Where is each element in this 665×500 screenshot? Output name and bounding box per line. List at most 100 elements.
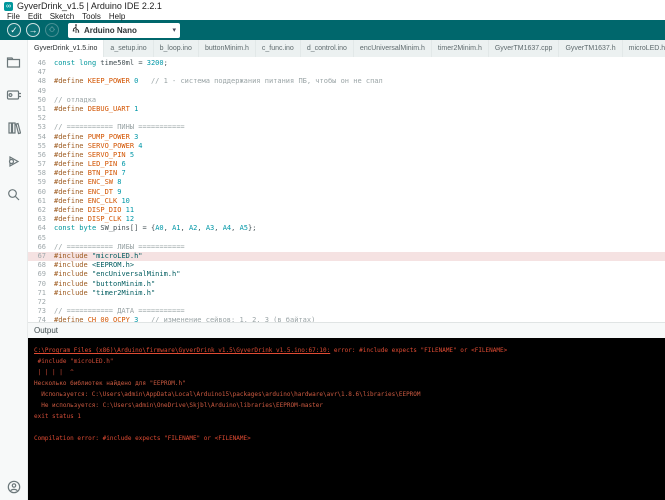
console-line: exit status 1 bbox=[34, 411, 661, 422]
tab-GyverTM1637.cpp[interactable]: GyverTM1637.cpp bbox=[489, 40, 560, 57]
library-manager-icon[interactable] bbox=[6, 120, 22, 136]
title-bar: ∞ GyverDrink_v1.5 | Arduino IDE 2.2.1 bbox=[0, 0, 665, 12]
tab-bar: GyverDrink_v1.5.inoa_setup.inob_loop.ino… bbox=[28, 40, 665, 57]
toolbar: ✓ → Arduino Nano ▾ bbox=[0, 20, 665, 40]
account-icon[interactable] bbox=[6, 479, 22, 495]
line-number: 65 bbox=[28, 234, 54, 243]
line-number: 73 bbox=[28, 307, 54, 316]
code-line: 50// отладка bbox=[28, 96, 665, 105]
code-line: 49 bbox=[28, 87, 665, 96]
code-line: 72 bbox=[28, 298, 665, 307]
code-line: 56#define SERVO_PIN 5 bbox=[28, 151, 665, 160]
window-title: GyverDrink_v1.5 | Arduino IDE 2.2.1 bbox=[17, 1, 162, 11]
line-number: 46 bbox=[28, 59, 54, 68]
line-number: 63 bbox=[28, 215, 54, 224]
line-number: 66 bbox=[28, 243, 54, 252]
tab-a_setup.ino[interactable]: a_setup.ino bbox=[104, 40, 153, 57]
console-line: Compilation error: #include expects "FIL… bbox=[34, 433, 661, 444]
usb-icon bbox=[72, 21, 80, 39]
line-number: 53 bbox=[28, 123, 54, 132]
code-line: 57#define LED_PIN 6 bbox=[28, 160, 665, 169]
line-number: 48 bbox=[28, 77, 54, 86]
sketchbook-folder-icon[interactable] bbox=[6, 54, 22, 70]
line-number: 67 bbox=[28, 252, 54, 261]
console-line: Используется: C:\Users\admin\AppData\Loc… bbox=[34, 389, 661, 400]
menu-bar: FileEditSketchToolsHelp bbox=[0, 12, 665, 20]
arduino-app-icon: ∞ bbox=[4, 2, 13, 11]
verify-button[interactable]: ✓ bbox=[7, 23, 21, 37]
line-number: 52 bbox=[28, 114, 54, 123]
debug-button[interactable] bbox=[45, 23, 59, 37]
line-number: 56 bbox=[28, 151, 54, 160]
code-line: 70#include "buttonMinim.h" bbox=[28, 280, 665, 289]
code-line: 51#define DEBUG_UART 1 bbox=[28, 105, 665, 114]
code-line: 59#define ENC_SW 8 bbox=[28, 178, 665, 187]
board-selector[interactable]: Arduino Nano ▾ bbox=[68, 23, 180, 38]
code-line: 60#define ENC_DT 9 bbox=[28, 188, 665, 197]
line-number: 61 bbox=[28, 197, 54, 206]
output-panel-header: Output bbox=[28, 322, 665, 338]
code-editor[interactable]: 46const long time50ml = 3200;4748#define… bbox=[28, 57, 665, 322]
line-number: 62 bbox=[28, 206, 54, 215]
menu-tools[interactable]: Tools bbox=[78, 12, 105, 21]
tab-buttonMinim.h[interactable]: buttonMinim.h bbox=[199, 40, 256, 57]
menu-file[interactable]: File bbox=[3, 12, 24, 21]
activity-bar bbox=[0, 40, 28, 500]
search-icon[interactable] bbox=[6, 186, 22, 202]
tab-c_func.ino[interactable]: c_func.ino bbox=[256, 40, 301, 57]
code-line: 67#include "microLED.h" bbox=[28, 252, 665, 261]
tab-GyverDrink_v1.5.ino[interactable]: GyverDrink_v1.5.ino bbox=[28, 40, 104, 57]
console-line bbox=[34, 422, 661, 433]
code-line: 47 bbox=[28, 68, 665, 77]
tab-microLED.h[interactable]: microLED.h bbox=[623, 40, 665, 57]
line-number: 55 bbox=[28, 142, 54, 151]
menu-help[interactable]: Help bbox=[105, 12, 129, 21]
tab-b_loop.ino[interactable]: b_loop.ino bbox=[154, 40, 199, 57]
line-number: 70 bbox=[28, 280, 54, 289]
line-number: 54 bbox=[28, 133, 54, 142]
code-line: 69#include "encUniversalMinim.h" bbox=[28, 270, 665, 279]
code-line: 65 bbox=[28, 234, 665, 243]
board-name: Arduino Nano bbox=[84, 26, 168, 35]
code-line: 63#define DISP_CLK 12 bbox=[28, 215, 665, 224]
code-line: 52 bbox=[28, 114, 665, 123]
main-area: GyverDrink_v1.5.inoa_setup.inob_loop.ino… bbox=[0, 40, 665, 500]
debugger-icon[interactable] bbox=[6, 153, 22, 169]
code-line: 55#define SERVO_POWER 4 bbox=[28, 142, 665, 151]
menu-edit[interactable]: Edit bbox=[24, 12, 46, 21]
upload-button[interactable]: → bbox=[26, 23, 40, 37]
line-number: 69 bbox=[28, 270, 54, 279]
code-line: 58#define BTN_PIN 7 bbox=[28, 169, 665, 178]
code-line: 68#include <EEPROM.h> bbox=[28, 261, 665, 270]
console-line: #include "microLED.h" bbox=[34, 356, 661, 367]
line-number: 58 bbox=[28, 169, 54, 178]
editor-column: GyverDrink_v1.5.inoa_setup.inob_loop.ino… bbox=[28, 40, 665, 500]
code-line: 54#define PUMP_POWER 3 bbox=[28, 133, 665, 142]
tab-GyverTM1637.h[interactable]: GyverTM1637.h bbox=[559, 40, 622, 57]
code-line: 66// =========== ЛИБЫ =========== bbox=[28, 243, 665, 252]
menu-sketch[interactable]: Sketch bbox=[46, 12, 78, 21]
console-line: Не используется: C:\Users\admin\OneDrive… bbox=[34, 400, 661, 411]
tab-timer2Minim.h[interactable]: timer2Minim.h bbox=[432, 40, 489, 57]
line-number: 47 bbox=[28, 68, 54, 77]
compiler-console[interactable]: C:\Program Files (x86)\Arduino\firmware\… bbox=[28, 338, 665, 500]
boards-manager-icon[interactable] bbox=[6, 87, 22, 103]
console-line: | | | | ^ bbox=[34, 367, 661, 378]
tab-d_control.ino[interactable]: d_control.ino bbox=[301, 40, 354, 57]
line-number: 64 bbox=[28, 224, 54, 233]
line-number: 50 bbox=[28, 96, 54, 105]
line-number: 60 bbox=[28, 188, 54, 197]
code-line: 71#include "timer2Minim.h" bbox=[28, 289, 665, 298]
line-number: 51 bbox=[28, 105, 54, 114]
console-line: C:\Program Files (x86)\Arduino\firmware\… bbox=[34, 345, 661, 356]
console-line: Несколько библиотек найдено для "EEPROM.… bbox=[34, 378, 661, 389]
code-line: 62#define DISP_DIO 11 bbox=[28, 206, 665, 215]
line-number: 68 bbox=[28, 261, 54, 270]
code-line: 53// =========== ПИНЫ =========== bbox=[28, 123, 665, 132]
line-number: 72 bbox=[28, 298, 54, 307]
line-number: 49 bbox=[28, 87, 54, 96]
line-number: 57 bbox=[28, 160, 54, 169]
tab-encUniversalMinim.h[interactable]: encUniversalMinim.h bbox=[354, 40, 432, 57]
checkmark-icon: ✓ bbox=[10, 26, 18, 35]
code-line: 48#define KEEP_POWER 0 // 1 - система по… bbox=[28, 77, 665, 86]
